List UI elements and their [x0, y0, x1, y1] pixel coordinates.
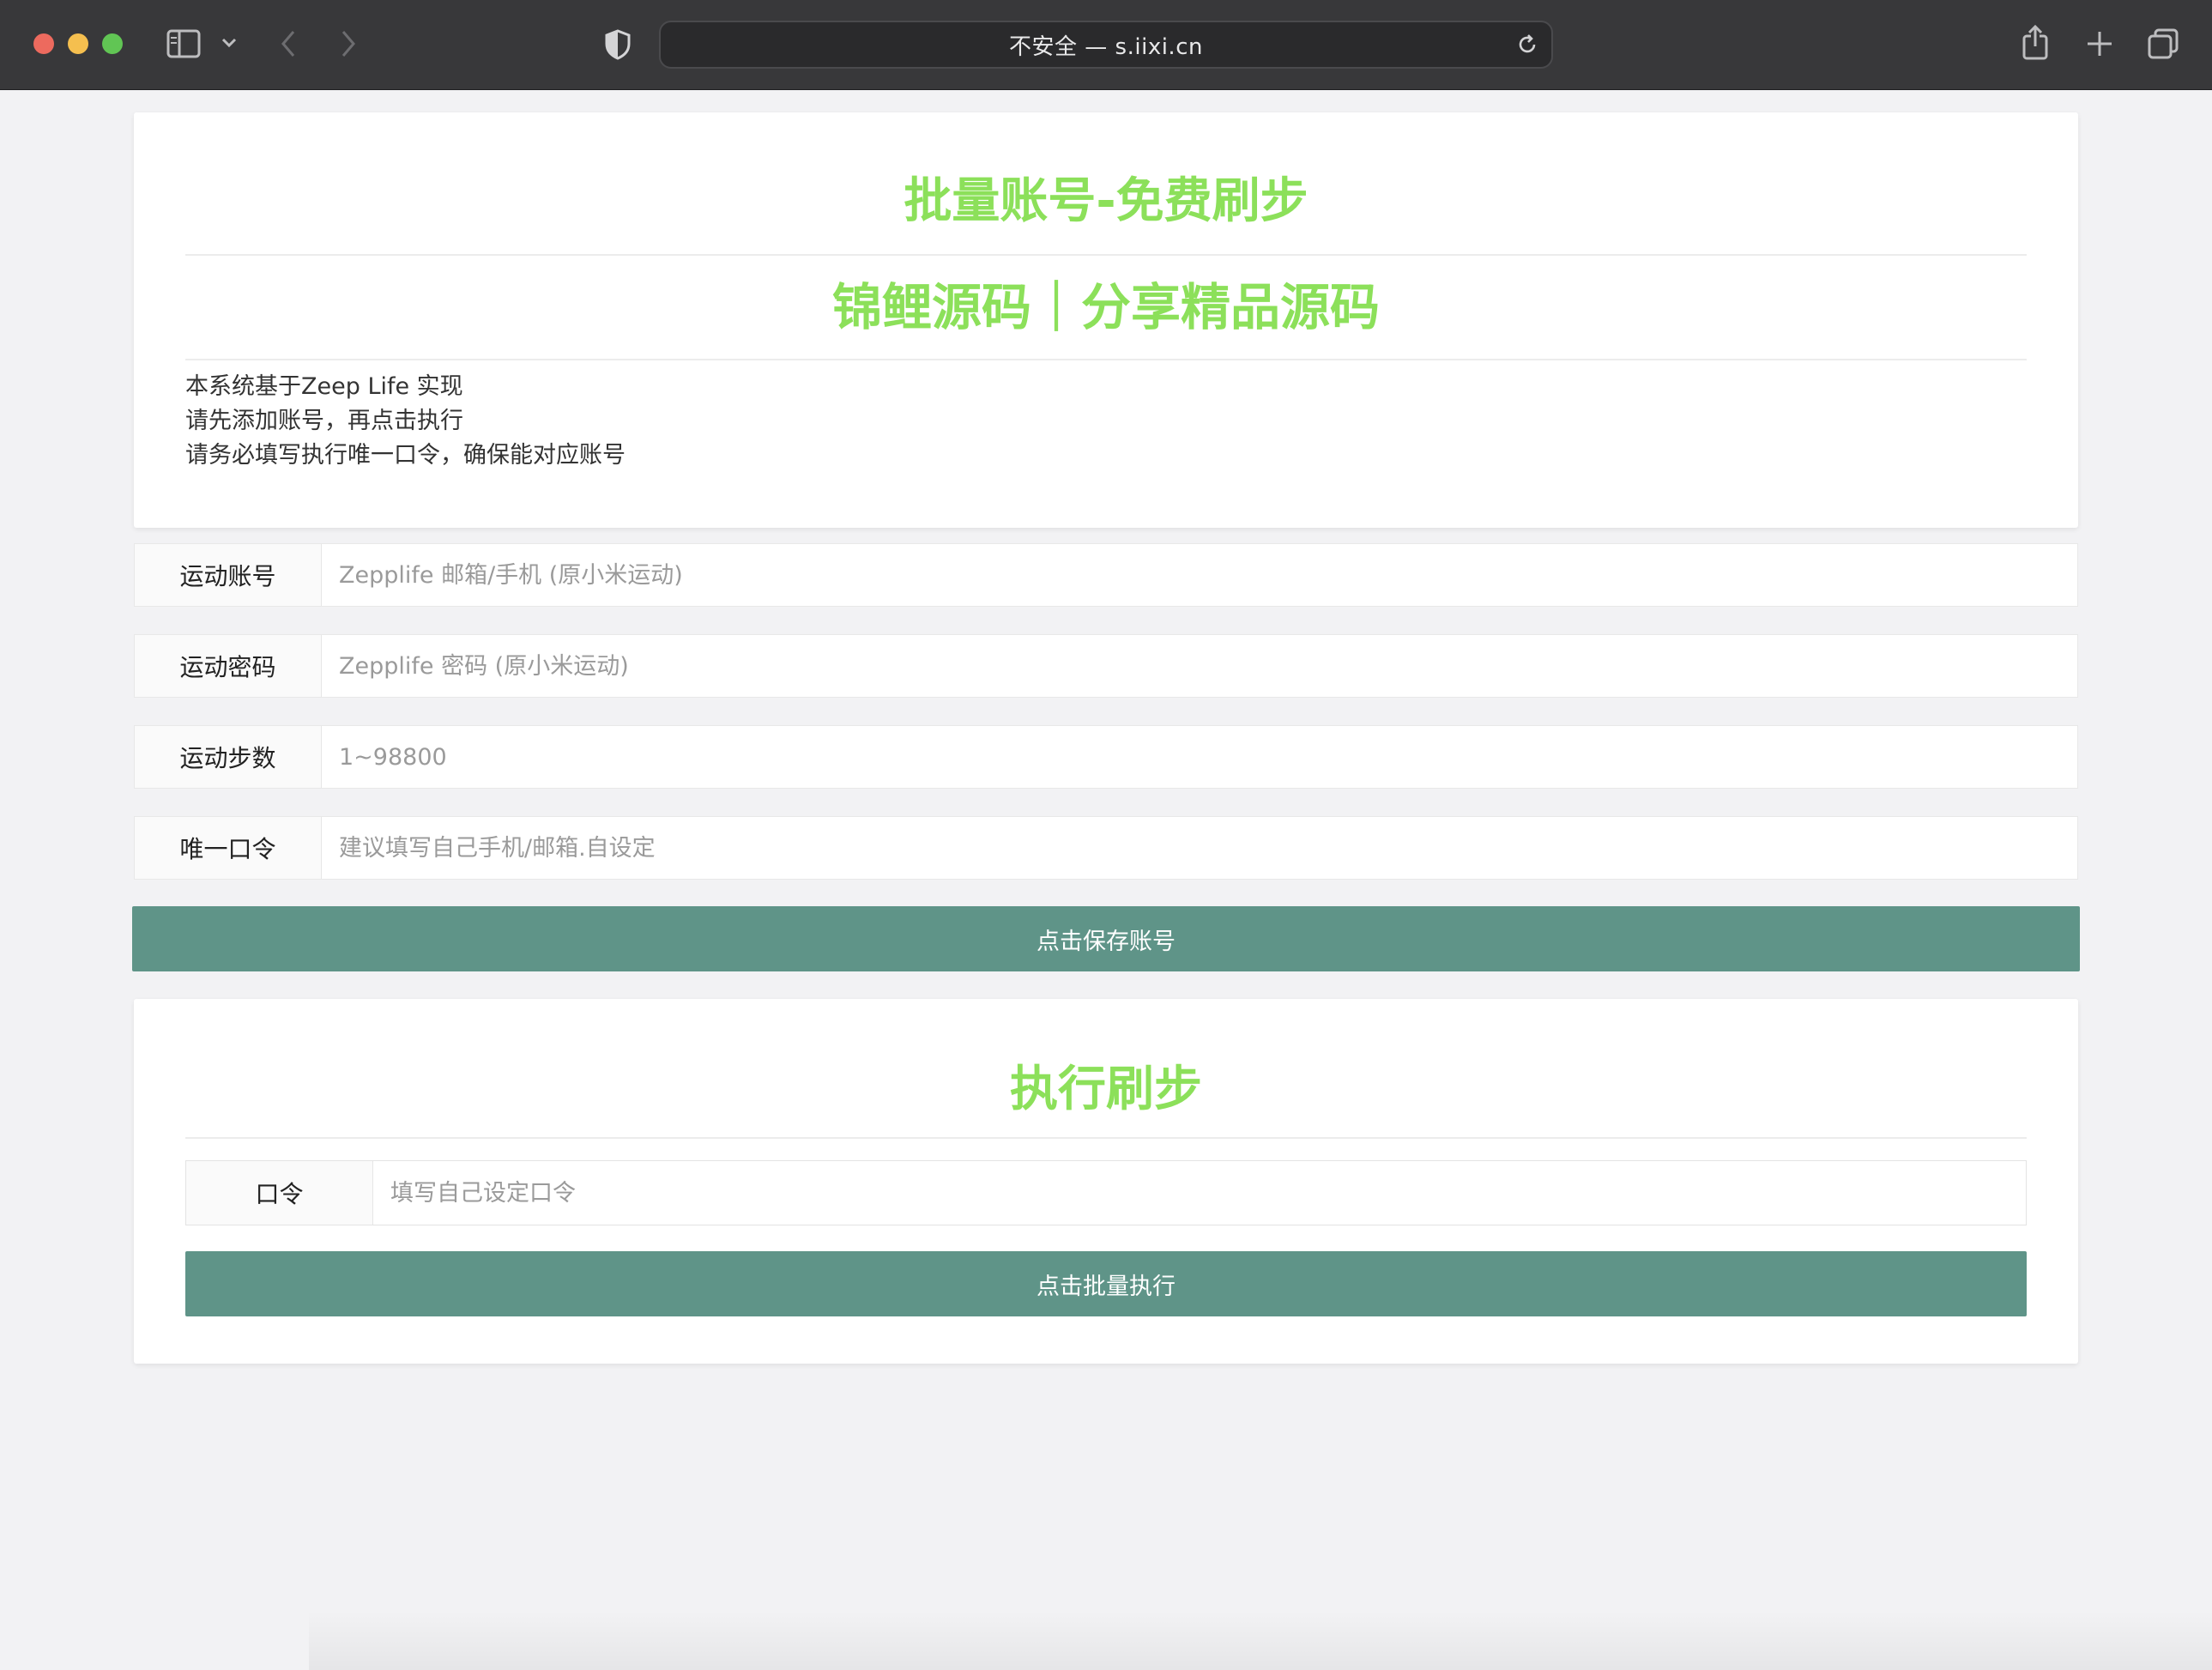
exec-token-label: 口令 [186, 1161, 373, 1225]
divider [185, 254, 2027, 256]
steps-row: 运动步数 [134, 725, 2078, 789]
divider [185, 359, 2027, 360]
instruction-line: 请先添加账号，再点击执行 [185, 408, 463, 434]
instructions: 本系统基于Zeep Life 实现 请先添加账号，再点击执行 请务必填写执行唯一… [185, 370, 626, 473]
token-input[interactable] [322, 817, 2077, 879]
back-arrow-icon[interactable] [278, 28, 299, 59]
token-row: 唯一口令 [134, 816, 2078, 880]
address-text: 不安全 — s.iixi.cn [1009, 33, 1203, 60]
reload-icon[interactable] [1515, 33, 1539, 60]
chevron-down-icon[interactable] [221, 37, 237, 49]
sidebar-icon[interactable] [166, 29, 201, 58]
tabs-overview-icon[interactable] [2147, 27, 2179, 60]
page-subtitle: 锦鲤源码｜分享精品源码 [831, 278, 1380, 336]
zoom-window-button[interactable] [102, 33, 123, 54]
browser-toolbar: 不安全 — s.iixi.cn [0, 0, 2212, 90]
forward-arrow-icon[interactable] [338, 28, 359, 59]
password-label: 运动密码 [135, 635, 322, 697]
page-title: 批量账号-免费刷步 [904, 173, 1308, 229]
intro-card: 批量账号-免费刷步 锦鲤源码｜分享精品源码 本系统基于Zeep Life 实现 … [134, 112, 2078, 528]
minimize-window-button[interactable] [68, 33, 88, 54]
exec-token-row: 口令 [185, 1160, 2027, 1225]
token-label: 唯一口令 [135, 817, 322, 879]
password-input[interactable] [322, 635, 2077, 697]
shield-icon[interactable] [604, 29, 632, 60]
window-shadow [309, 1610, 2212, 1670]
steps-input[interactable] [322, 726, 2077, 788]
execute-title: 执行刷步 [1010, 1062, 1202, 1117]
save-account-button[interactable]: 点击保存账号 [132, 906, 2080, 971]
close-window-button[interactable] [33, 33, 54, 54]
account-input[interactable] [322, 544, 2077, 606]
instruction-line: 本系统基于Zeep Life 实现 [185, 373, 463, 400]
share-icon[interactable] [2022, 24, 2049, 60]
instruction-line: 请务必填写执行唯一口令，确保能对应账号 [185, 442, 626, 469]
batch-execute-button[interactable]: 点击批量执行 [185, 1251, 2027, 1316]
account-row: 运动账号 [134, 543, 2078, 607]
steps-label: 运动步数 [135, 726, 322, 788]
execute-card: 执行刷步 口令 点击批量执行 [134, 999, 2078, 1364]
page-content: 批量账号-免费刷步 锦鲤源码｜分享精品源码 本系统基于Zeep Life 实现 … [0, 90, 2212, 1670]
account-label: 运动账号 [135, 544, 322, 606]
password-row: 运动密码 [134, 634, 2078, 698]
divider [185, 1137, 2027, 1139]
plus-icon[interactable] [2085, 29, 2114, 58]
address-bar[interactable]: 不安全 — s.iixi.cn [659, 21, 1553, 69]
exec-token-input[interactable] [373, 1161, 2026, 1225]
